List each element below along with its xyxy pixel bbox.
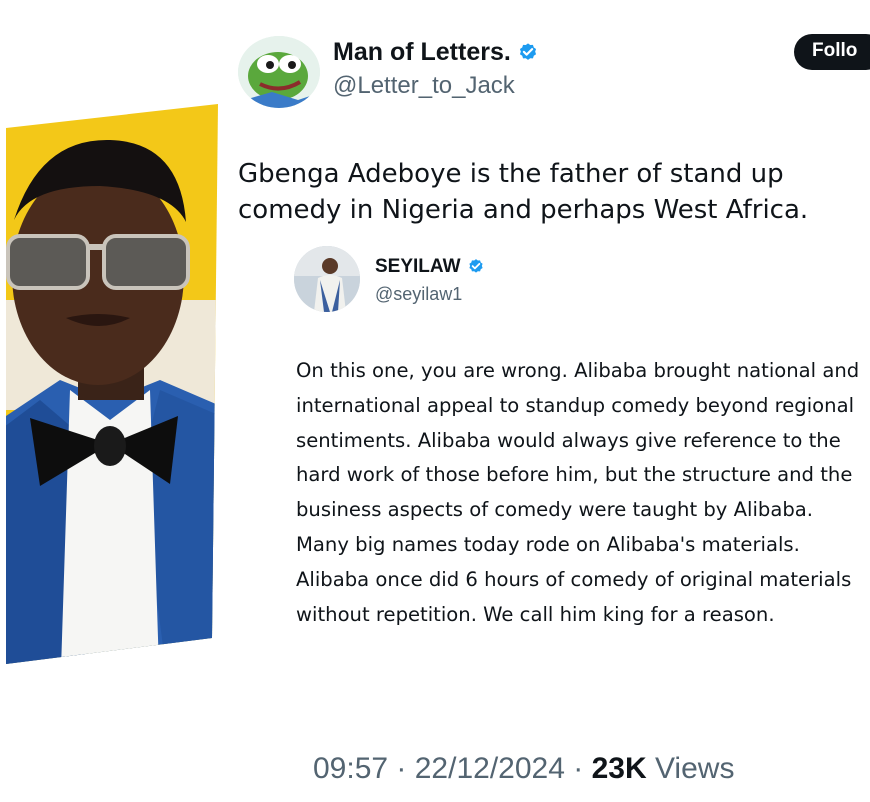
views-count: 23K <box>591 752 647 785</box>
separator-dot: · <box>573 752 592 785</box>
reply-author-avatar[interactable] <box>294 246 360 312</box>
author-display-name[interactable]: Man of Letters. <box>333 38 539 67</box>
views-label: Views <box>654 752 735 785</box>
author-handle[interactable]: @Letter_to_Jack <box>333 72 515 100</box>
tweet-text: Gbenga Adeboye is the father of stand up… <box>238 159 809 225</box>
tweet-metadata: 09:57 · 22/12/2024 · 23K Views <box>313 752 734 786</box>
author-avatar[interactable] <box>238 36 320 108</box>
side-photo <box>0 0 230 802</box>
verified-badge-icon <box>519 42 536 60</box>
tweet-date[interactable]: 22/12/2024 <box>415 752 565 785</box>
follow-button[interactable]: Follo <box>794 34 870 70</box>
author-name-text: Man of Letters. <box>333 38 511 66</box>
person-avatar-icon <box>294 246 360 312</box>
reply-author-display-name[interactable]: SEYILAW <box>375 256 485 278</box>
reply-author-name-text: SEYILAW <box>375 256 461 277</box>
separator-dot: · <box>396 752 415 785</box>
verified-badge-icon <box>468 259 483 273</box>
reply-text: On this one, you are wrong. Alibaba brou… <box>296 359 860 626</box>
pepe-frog-icon <box>238 36 320 108</box>
tweet-time[interactable]: 09:57 <box>313 752 388 785</box>
reply-author-handle[interactable]: @seyilaw1 <box>375 284 462 305</box>
